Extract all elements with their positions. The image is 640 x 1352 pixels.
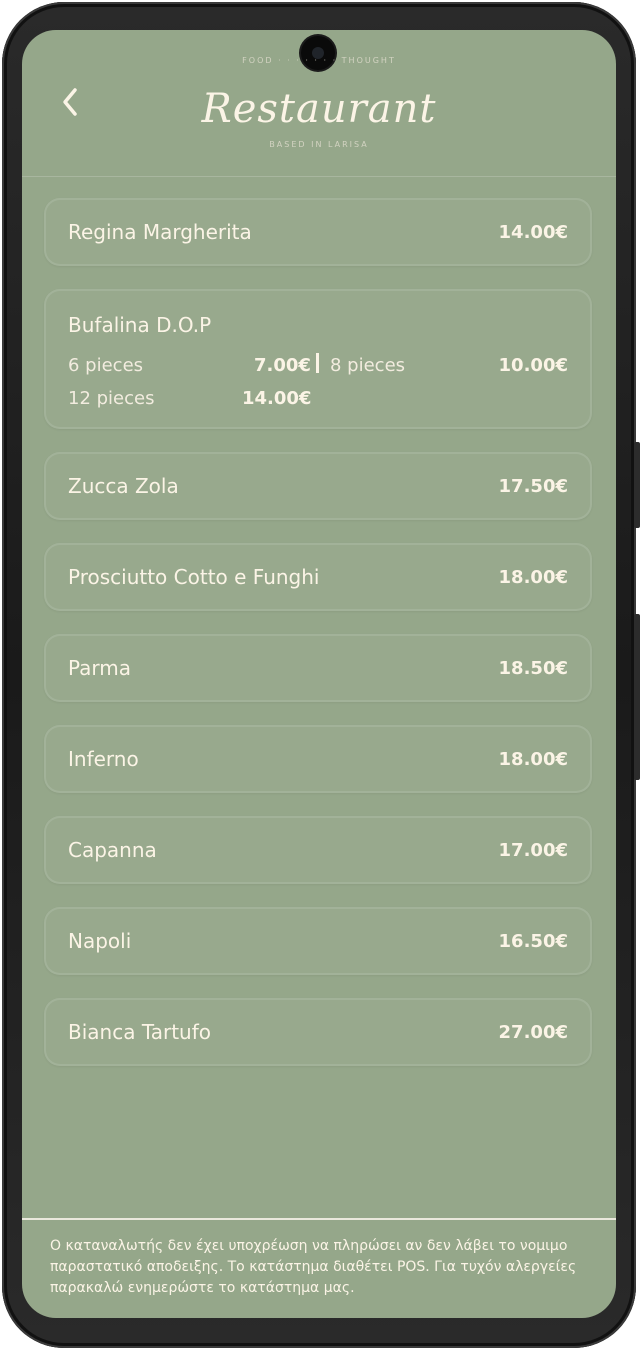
- footer-notice: Ο καταναλωτής δεν έχει υποχρέωση να πληρ…: [50, 1238, 577, 1296]
- item-price: 17.50€: [498, 476, 568, 497]
- logo-top-text: FOOD · · · · · · · THOUGHT: [242, 56, 396, 65]
- item-name: Regina Margherita: [68, 220, 252, 244]
- item-name: Bianca Tartufo: [68, 1020, 211, 1044]
- item-price: 18.00€: [498, 567, 568, 588]
- app-screen: FOOD · · · · · · · THOUGHT Restaurant BA…: [22, 30, 616, 1318]
- restaurant-logo: FOOD · · · · · · · THOUGHT Restaurant BA…: [192, 52, 446, 162]
- item-name: Bufalina D.O.P: [68, 313, 212, 337]
- item-price: 14.00€: [498, 222, 568, 243]
- item-price: 18.00€: [498, 749, 568, 770]
- menu-item-parma[interactable]: Parma 18.50€: [44, 634, 592, 702]
- menu-item-regina-margherita[interactable]: Regina Margherita 14.00€: [44, 198, 592, 266]
- item-name: Inferno: [68, 747, 139, 771]
- menu-item-bufalina[interactable]: Bufalina D.O.P 6 pieces 7.00€ 8 pieces 1…: [44, 289, 592, 429]
- menu-item-capanna[interactable]: Capanna 17.00€: [44, 816, 592, 884]
- item-price: 18.50€: [498, 658, 568, 679]
- item-name: Prosciutto Cotto e Funghi: [68, 565, 320, 589]
- header: FOOD · · · · · · · THOUGHT Restaurant BA…: [22, 30, 616, 177]
- menu-item-prosciutto[interactable]: Prosciutto Cotto e Funghi 18.00€: [44, 543, 592, 611]
- option-label: 6 pieces: [68, 355, 144, 376]
- option-label: 8 pieces: [330, 355, 406, 376]
- logo-bottom-text: BASED IN LARISA: [269, 140, 369, 149]
- item-name: Zucca Zola: [68, 474, 179, 498]
- item-name: Napoli: [68, 929, 132, 953]
- menu-list: Regina Margherita 14.00€ Bufalina D.O.P …: [44, 198, 592, 1089]
- menu-item-zucca-zola[interactable]: Zucca Zola 17.50€: [44, 452, 592, 520]
- option-price: 14.00€: [242, 388, 312, 409]
- volume-button: [634, 442, 640, 528]
- back-button[interactable]: [52, 82, 88, 122]
- menu-item-napoli[interactable]: Napoli 16.50€: [44, 907, 592, 975]
- item-price: 27.00€: [498, 1022, 568, 1043]
- menu-item-inferno[interactable]: Inferno 18.00€: [44, 725, 592, 793]
- option-label: 12 pieces: [68, 388, 155, 409]
- item-price: 17.00€: [498, 840, 568, 861]
- option-separator: [316, 353, 319, 373]
- item-name: Capanna: [68, 838, 157, 862]
- phone-frame: FOOD · · · · · · · THOUGHT Restaurant BA…: [2, 2, 640, 1348]
- item-name: Parma: [68, 656, 132, 680]
- power-button: [634, 614, 640, 780]
- menu-item-bianca-tartufo[interactable]: Bianca Tartufo 27.00€: [44, 998, 592, 1066]
- option-price: 7.00€: [254, 355, 311, 376]
- item-price: 16.50€: [498, 931, 568, 952]
- chevron-left-icon: [63, 88, 77, 116]
- logo-word: Restaurant: [201, 86, 437, 132]
- footer-divider: [22, 1218, 616, 1220]
- option-price: 10.00€: [498, 355, 568, 376]
